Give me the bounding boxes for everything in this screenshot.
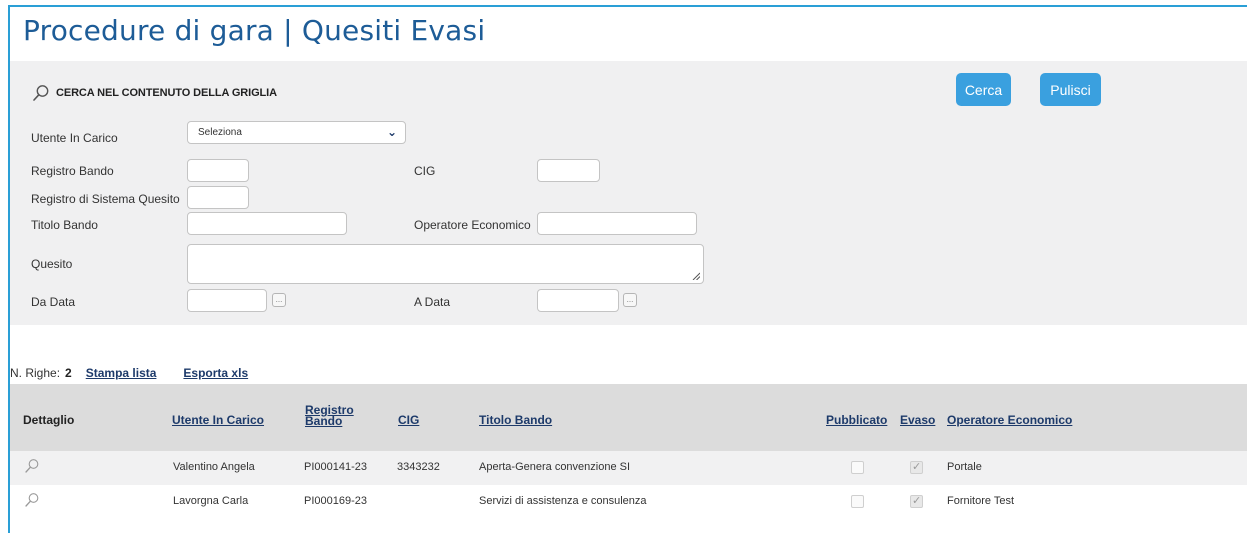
- quesito-textarea[interactable]: [187, 244, 704, 284]
- chevron-down-icon: ⌄: [386, 125, 397, 139]
- column-header-evaso[interactable]: Evaso: [900, 413, 935, 427]
- registro-sistema-quesito-input[interactable]: [187, 186, 249, 209]
- da-data-label: Da Data: [31, 295, 76, 309]
- da-data-input[interactable]: [187, 289, 267, 312]
- operatore-economico-input[interactable]: [537, 212, 697, 235]
- registro-sistema-quesito-label: Registro di Sistema Quesito: [31, 192, 180, 206]
- grid-toolbar: N. Righe: 2 Stampa lista Esporta xls: [10, 366, 248, 380]
- evaso-checkbox: [910, 494, 923, 508]
- pubblicato-checkbox: [851, 495, 864, 508]
- search-panel-header: CERCA NEL CONTENUTO DELLA GRIGLIA: [32, 84, 277, 102]
- cell-titolo: Servizi di assistenza e consulenza: [479, 495, 647, 507]
- cig-input[interactable]: [537, 159, 600, 182]
- utente-in-carico-select[interactable]: Seleziona ⌄: [187, 121, 406, 144]
- print-list-link[interactable]: Stampa lista: [86, 366, 157, 380]
- da-data-calendar-button[interactable]: ...: [272, 293, 286, 307]
- search-icon: [33, 85, 49, 101]
- a-data-label: A Data: [414, 295, 451, 309]
- a-data-input[interactable]: [537, 289, 619, 312]
- quesito-label: Quesito: [31, 257, 73, 271]
- column-header-pubblicato[interactable]: Pubblicato: [826, 413, 887, 427]
- utente-in-carico-selected: Seleziona: [198, 127, 242, 138]
- column-header-titolo-bando[interactable]: Titolo Bando: [479, 413, 552, 427]
- registro-bando-input[interactable]: [187, 159, 249, 182]
- export-xls-link[interactable]: Esporta xls: [183, 366, 248, 380]
- cell-utente: Valentino Angela: [173, 461, 255, 473]
- cell-operatore: Fornitore Test: [947, 495, 1015, 507]
- search-filter-panel: CERCA NEL CONTENUTO DELLA GRIGLIA Cerca …: [10, 61, 1247, 325]
- clear-button[interactable]: Pulisci: [1040, 73, 1101, 106]
- search-panel-title: CERCA NEL CONTENUTO DELLA GRIGLIA: [56, 87, 277, 99]
- evaso-checkbox: [910, 460, 923, 474]
- utente-in-carico-label: Utente In Carico: [31, 131, 118, 145]
- cell-titolo: Aperta-Genera convenzione SI: [479, 461, 631, 473]
- cell-cig: 3343232: [397, 461, 440, 473]
- table-row: Valentino Angela PI000141-23 3343232 Ape…: [10, 451, 1247, 485]
- table-row: Lavorgna Carla PI000169-23 Servizi di as…: [10, 485, 1247, 519]
- cell-registro: PI000169-23: [304, 495, 367, 507]
- detail-magnifier-icon[interactable]: [24, 492, 40, 508]
- rows-count-label: N. Righe:: [10, 366, 61, 380]
- registro-bando-label: Registro Bando: [31, 164, 114, 178]
- titolo-bando-input[interactable]: [187, 212, 347, 235]
- cell-utente: Lavorgna Carla: [173, 495, 249, 507]
- search-button[interactable]: Cerca: [956, 73, 1011, 106]
- pubblicato-checkbox: [851, 461, 864, 474]
- cig-label: CIG: [414, 164, 436, 178]
- grid-header: Dettaglio Utente In Carico Registro Band…: [10, 384, 1247, 451]
- column-header-operatore-economico[interactable]: Operatore Economico: [947, 413, 1072, 427]
- cell-operatore: Portale: [947, 461, 982, 473]
- titolo-bando-label: Titolo Bando: [31, 218, 98, 232]
- column-header-cig[interactable]: CIG: [398, 413, 419, 427]
- a-data-calendar-button[interactable]: ...: [623, 293, 637, 307]
- rows-count-value: 2: [65, 366, 72, 380]
- detail-magnifier-icon[interactable]: [24, 458, 40, 474]
- column-header-registro-bando[interactable]: Registro Bando: [305, 404, 354, 428]
- page-title: Procedure di gara | Quesiti Evasi: [23, 14, 486, 47]
- resize-grip-icon[interactable]: [692, 272, 700, 280]
- cell-registro: PI000141-23: [304, 461, 367, 473]
- column-header-registro-bando-line2: Bando: [305, 414, 343, 428]
- column-header-utente-in-carico[interactable]: Utente In Carico: [172, 413, 264, 427]
- operatore-economico-label: Operatore Economico: [414, 218, 531, 232]
- column-header-dettaglio: Dettaglio: [23, 413, 75, 427]
